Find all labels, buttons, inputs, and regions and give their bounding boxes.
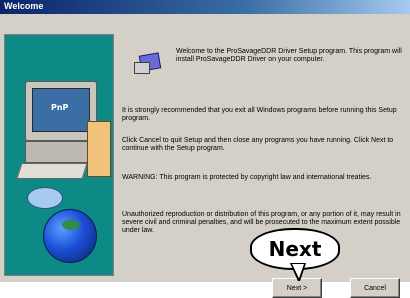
title-bar: Welcome: [0, 0, 410, 14]
setup-artwork-panel: PnP: [4, 34, 114, 276]
computer-tower-icon: [87, 121, 111, 177]
next-button[interactable]: Next >: [272, 278, 322, 298]
setup-window: Welcome PnP Welcome to the ProSavageDDR …: [0, 0, 410, 298]
cd-disc-icon: [27, 187, 63, 209]
floppy-disk-icon: [134, 62, 150, 74]
setup-program-icon: [134, 48, 162, 74]
window-title: Welcome: [4, 1, 44, 11]
callout-tail: [289, 263, 307, 281]
cancel-next-text: Click Cancel to quit Setup and then clos…: [122, 137, 394, 152]
warning-text: WARNING: This program is protected by co…: [122, 174, 372, 181]
keyboard-icon: [16, 163, 88, 179]
wizard-client-area: PnP Welcome to the ProSavageDDR Driver S…: [4, 18, 408, 298]
recommend-text: It is strongly recommended that you exit…: [122, 107, 397, 122]
monitor-screen-label: PnP: [51, 103, 69, 112]
welcome-text: Welcome to the ProSavageDDR Driver Setup…: [176, 48, 402, 63]
globe-icon: [43, 209, 97, 263]
monitor-screen: PnP: [32, 88, 90, 132]
cancel-button[interactable]: Cancel: [350, 278, 400, 298]
